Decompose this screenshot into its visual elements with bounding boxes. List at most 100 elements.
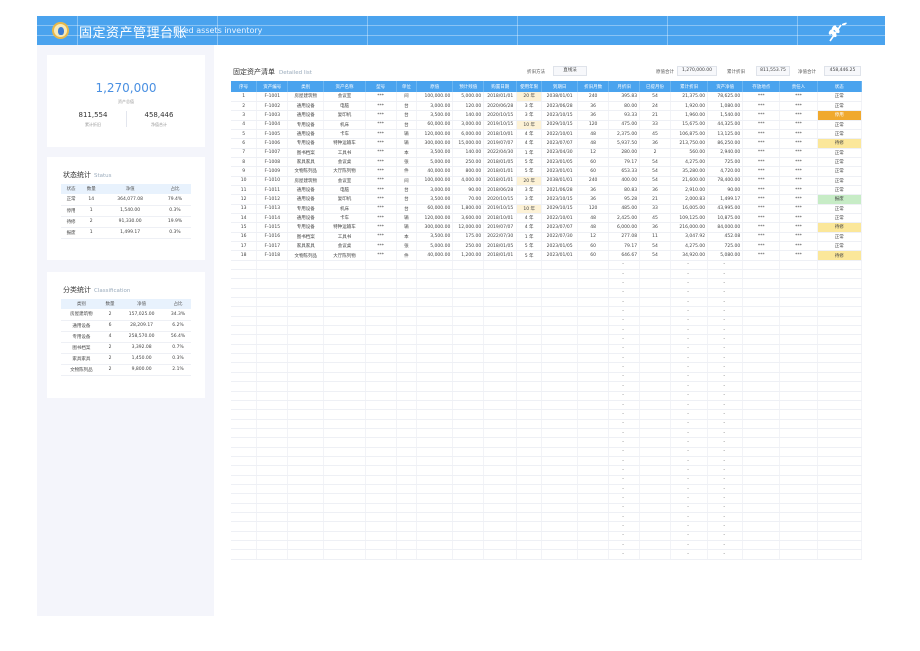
table-cell: 2023/06/28 (541, 101, 579, 112)
status-badge: 正常 (817, 101, 863, 112)
table-cell (577, 260, 610, 271)
table-cell: 1,499.17 (707, 194, 744, 205)
column-header[interactable]: 资产名称 (323, 81, 366, 92)
table-cell: 84,000.00 (707, 222, 744, 233)
table-cell: - (707, 521, 744, 532)
table-cell: 13,125.00 (707, 129, 744, 140)
column-header[interactable]: 类别 (287, 81, 325, 92)
table-cell (365, 316, 397, 327)
table-cell: 14 (231, 213, 258, 224)
column-header[interactable]: 购置日期 (483, 81, 518, 92)
table-row[interactable]: 13 F-1013 专用设备 机床 *** 台 60,000.00 1,800.00 2019/… (231, 204, 863, 214)
table-cell (287, 269, 325, 280)
method-label: 折旧方法 (527, 70, 545, 75)
table-row[interactable]: 15 F-1015 专用设备 特种运输车 *** 辆 300,000.00 12,000.00… (231, 222, 863, 233)
table-row[interactable]: 7 F-1007 图书档案 工具书 *** 本 3,500.00 140.00 2022/04/… (231, 148, 863, 158)
table-cell (483, 400, 518, 411)
table-cell (256, 475, 289, 485)
table-cell: 6 (231, 138, 258, 149)
table-cell: 张 (396, 157, 418, 168)
table-row[interactable]: 2 F-1002 通用设备 电脑 *** 台 3,000.00 120.00 2020/06/2… (231, 101, 863, 112)
column-header[interactable]: 型号 (365, 81, 397, 92)
column-header[interactable]: 预计残值 (452, 81, 485, 92)
table-cell (287, 372, 325, 383)
column-header[interactable]: 责任人 (779, 81, 818, 92)
column-header[interactable]: 已提月份 (639, 81, 672, 92)
table-cell: 2 (101, 309, 119, 321)
table-cell: 2022/10/01 (541, 213, 579, 224)
table-row[interactable]: 8 F-1008 家具家具 会议桌 *** 张 5,000.00 250.00 2018/01/… (231, 157, 863, 168)
table-cell: *** (779, 120, 818, 130)
table-cell: 34,920.00 (670, 250, 709, 261)
table-cell (396, 503, 418, 513)
table-row[interactable]: 1 F-1001 房屋建筑物 会议室 *** 间 100,000.00 5,000.00 201… (231, 92, 863, 102)
table-cell (256, 409, 289, 420)
column-header[interactable]: 单位 (396, 81, 418, 92)
table-cell: 15,000.00 (452, 138, 485, 149)
column-header[interactable]: 到期日 (541, 81, 579, 92)
table-cell (396, 531, 418, 542)
table-cell (516, 409, 543, 420)
table-row[interactable]: 12 F-1012 通用设备 复印机 *** 台 3,500.00 70.00 2020/10/… (231, 194, 863, 205)
class-stats-row: 专用设备 4 258,570.00 56.4% (61, 331, 191, 343)
column-header[interactable]: 资产编号 (256, 81, 289, 92)
column-header[interactable]: 存放地点 (742, 81, 781, 92)
table-cell: F-1003 (256, 110, 289, 121)
table-cell: 646.67 (608, 250, 641, 261)
table-cell: 19.9% (158, 216, 191, 228)
column-header[interactable]: 状态 (817, 81, 863, 92)
table-cell (541, 316, 579, 327)
table-row[interactable]: 14 F-1014 通用设备 卡车 *** 辆 120,000.00 3,600.00 2018… (231, 213, 863, 224)
table-cell (287, 549, 325, 560)
table-cell: *** (779, 232, 818, 243)
table-cell: 54 (639, 157, 672, 168)
column-header[interactable]: 资产净值 (707, 81, 744, 92)
table-row[interactable]: 4 F-1004 专用设备 机床 *** 台 60,000.00 3,000.00 2019/1… (231, 120, 863, 130)
table-cell: 250.00 (452, 157, 485, 168)
table-cell (231, 381, 258, 392)
table-cell: - (670, 278, 709, 289)
table-cell (541, 353, 579, 364)
column-header[interactable]: 累计折旧 (670, 81, 709, 92)
table-row[interactable]: 10 F-1010 房屋建筑物 会议室 *** 间 100,000.00 4,000.00 20… (231, 176, 863, 186)
table-cell: 1 年 (516, 232, 543, 243)
table-cell (231, 353, 258, 364)
table-cell (742, 353, 781, 364)
table-cell: - (670, 437, 709, 448)
table-cell (287, 325, 325, 336)
table-cell: 12 (577, 148, 610, 158)
table-row[interactable]: 6 F-1006 专用设备 特种运输车 *** 辆 300,000.00 15,000.00 2… (231, 138, 863, 149)
table-cell: 54 (639, 241, 672, 252)
table-cell (483, 306, 518, 317)
table-cell (516, 269, 543, 280)
table-row[interactable]: 18 F-1018 文物陈列品 大厅陈列物 *** 件 40,000.00 1,200.00 2… (231, 250, 863, 261)
table-cell: - (608, 269, 641, 280)
table-cell (365, 269, 397, 280)
table-cell (577, 447, 610, 457)
table-cell (231, 447, 258, 457)
table-cell (452, 334, 485, 345)
table-cell (483, 419, 518, 429)
table-cell: 60 (577, 157, 610, 168)
table-row[interactable]: 11 F-1011 通用设备 电脑 *** 台 3,000.00 90.00 2018/06/2… (231, 185, 863, 196)
table-row[interactable]: 17 F-1017 家具家具 会议桌 *** 张 5,000.00 250.00 2018/01… (231, 241, 863, 252)
table-row[interactable]: 5 F-1005 通用设备 卡车 *** 辆 120,000.00 6,000.00 2018/… (231, 129, 863, 140)
table-row[interactable]: 16 F-1016 图书档案 工具书 *** 本 3,500.00 175.00 2022/07… (231, 232, 863, 243)
table-cell (416, 381, 454, 392)
column-header[interactable]: 序号 (231, 81, 258, 92)
depreciation-method-select[interactable]: 直线法 (553, 66, 587, 76)
column-header[interactable]: 月折旧 (608, 81, 641, 92)
table-cell (742, 503, 781, 513)
table-cell: 14 (81, 194, 102, 206)
table-cell (541, 456, 579, 467)
table-cell (416, 540, 454, 551)
table-cell (577, 503, 610, 513)
column-header[interactable]: 原值 (416, 81, 454, 92)
table-row[interactable]: 9 F-1009 文物陈列品 大厅陈列物 *** 件 40,000.00 800.00 2018… (231, 166, 863, 177)
table-cell (516, 353, 543, 364)
column-header[interactable]: 使用年限 (516, 81, 543, 92)
table-cell (779, 288, 818, 299)
table-cell: - (670, 409, 709, 420)
table-row[interactable]: 3 F-1003 通用设备 复印机 *** 台 3,500.00 140.00 2020/10/… (231, 110, 863, 121)
column-header[interactable]: 折旧月数 (577, 81, 610, 92)
